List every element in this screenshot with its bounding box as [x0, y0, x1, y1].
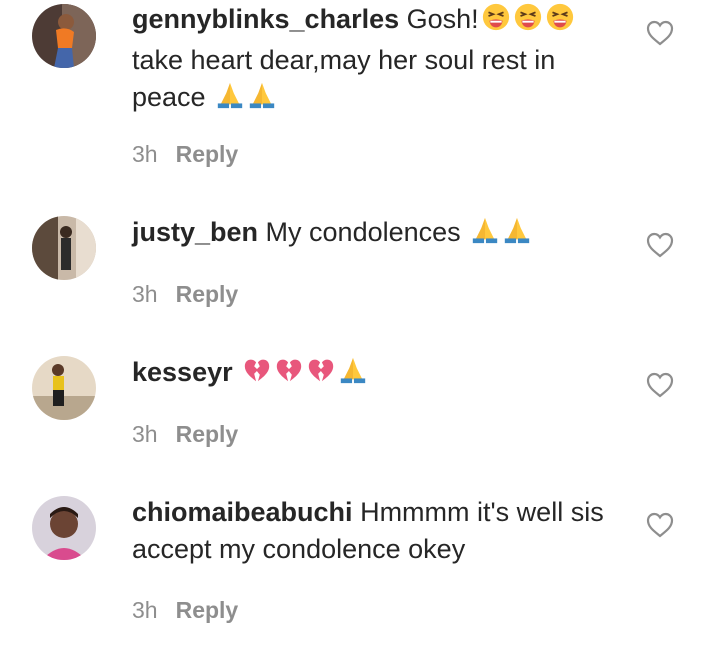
comment-meta: 3h Reply — [132, 141, 238, 168]
comment-text: justy_ben My condolences — [132, 214, 632, 255]
comment-text: chiomaibeabuchi Hmmmm it's well sis acce… — [132, 494, 632, 568]
broken-heart-emoji — [306, 355, 336, 395]
comment-body — [233, 357, 241, 387]
comment-meta: 3h Reply — [132, 281, 238, 308]
heart-outline-icon[interactable] — [646, 232, 674, 258]
folded-hands-emoji — [502, 215, 532, 255]
comment-meta: 3h Reply — [132, 421, 238, 448]
broken-heart-emoji — [274, 355, 304, 395]
avatar[interactable] — [32, 4, 96, 68]
reply-button[interactable]: Reply — [176, 421, 239, 447]
comment-time: 3h — [132, 281, 158, 307]
reply-button[interactable]: Reply — [176, 597, 239, 623]
comment-meta: 3h Reply — [132, 597, 238, 624]
comment-time: 3h — [132, 141, 158, 167]
comment-time: 3h — [132, 597, 158, 623]
heart-outline-icon[interactable] — [646, 20, 674, 46]
tired-face-emoji — [545, 2, 575, 42]
reply-button[interactable]: Reply — [176, 281, 239, 307]
folded-hands-emoji — [215, 80, 245, 120]
avatar[interactable] — [32, 216, 96, 280]
comment-time: 3h — [132, 421, 158, 447]
comment-username[interactable]: gennyblinks_charles — [132, 4, 399, 34]
folded-hands-emoji — [338, 355, 368, 395]
avatar[interactable] — [32, 496, 96, 560]
comment-username[interactable]: justy_ben — [132, 217, 258, 247]
comment-body: Gosh! — [399, 4, 479, 34]
folded-hands-emoji — [247, 80, 277, 120]
comment-body-continued: take heart dear,may her soul rest in pea… — [132, 45, 556, 112]
comment-username[interactable]: kesseyr — [132, 357, 233, 387]
tired-face-emoji — [481, 2, 511, 42]
folded-hands-emoji — [470, 215, 500, 255]
avatar[interactable] — [32, 356, 96, 420]
comment-username[interactable]: chiomaibeabuchi — [132, 497, 353, 527]
heart-outline-icon[interactable] — [646, 372, 674, 398]
comment-text: kesseyr — [132, 354, 632, 395]
heart-outline-icon[interactable] — [646, 512, 674, 538]
reply-button[interactable]: Reply — [176, 141, 239, 167]
comment-text: gennyblinks_charles Gosh! take heart dea… — [132, 1, 632, 120]
tired-face-emoji — [513, 2, 543, 42]
comment-body: My condolences — [258, 217, 469, 247]
broken-heart-emoji — [242, 355, 272, 395]
